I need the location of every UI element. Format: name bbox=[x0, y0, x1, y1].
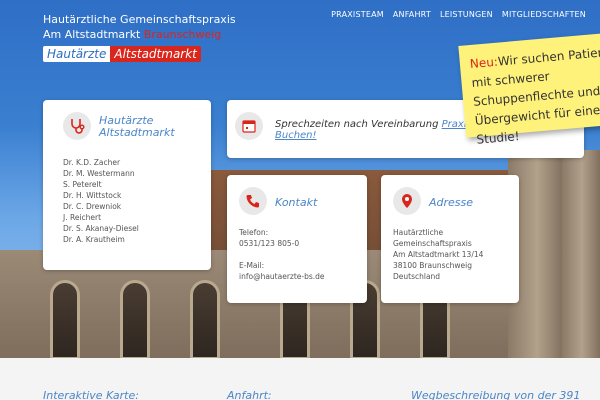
phone-number[interactable]: 0531/123 805-0 bbox=[239, 238, 325, 249]
site-title-street: Am Altstadtmarkt bbox=[43, 28, 141, 41]
doctor-item: Dr. A. Krautheim bbox=[63, 235, 125, 244]
church-window bbox=[120, 280, 150, 358]
contact-details: Telefon: 0531/123 805-0 E-Mail: info@hau… bbox=[239, 227, 325, 282]
interactive-map-heading: Interaktive Karte: bbox=[43, 389, 139, 400]
main-nav: PRAXISTEAM ANFAHRT LEISTUNGEN MITGLIEDSC… bbox=[331, 10, 586, 19]
doctor-item: J. Reichert bbox=[63, 213, 102, 222]
hours-text: Sprechzeiten nach Vereinbarung bbox=[275, 119, 439, 130]
doctors-card: Hautärzte Altstadtmarkt Dr. K.D. Zacher … bbox=[43, 100, 211, 270]
address-line: 38100 Braunschweig bbox=[393, 261, 472, 270]
site-title-city: Braunschweig bbox=[143, 28, 222, 41]
address-card: Adresse Hautärztliche Gemeinschaftspraxi… bbox=[381, 175, 519, 303]
study-notice[interactable]: Neu:Wir suchen Patienten mit schwerer Sc… bbox=[458, 30, 600, 147]
site-title-line1: Hautärztliche Gemeinschaftspraxis bbox=[43, 13, 236, 26]
bottom-section: Interaktive Karte: Anfahrt: Wegbeschreib… bbox=[0, 358, 600, 400]
doctors-list: Dr. K.D. Zacher Dr. M. Westermann S. Pet… bbox=[63, 157, 139, 245]
doctor-item: Dr. M. Westermann bbox=[63, 169, 135, 178]
church-window bbox=[50, 280, 80, 358]
map-pin-icon bbox=[393, 187, 421, 215]
doctor-item: Dr. C. Drewniok bbox=[63, 202, 122, 211]
address-lines: Hautärztliche Gemeinschaftspraxis Am Alt… bbox=[393, 227, 483, 282]
route-description-heading: Wegbeschreibung von der 391 bbox=[411, 389, 581, 400]
site-title[interactable]: Hautärztliche Gemeinschaftspraxis Am Alt… bbox=[43, 12, 236, 42]
phone-icon bbox=[239, 187, 267, 215]
notice-prefix: Neu: bbox=[469, 54, 499, 72]
church-window bbox=[190, 280, 220, 358]
doctors-card-title: Hautärzte Altstadtmarkt bbox=[99, 115, 175, 139]
site-title-line2: Am Altstadtmarkt Braunschweig bbox=[43, 27, 236, 42]
nav-item-leistungen[interactable]: LEISTUNGEN bbox=[440, 10, 493, 19]
doctor-item: Dr. K.D. Zacher bbox=[63, 158, 121, 167]
book-online-link-line2: Buchen! bbox=[275, 130, 317, 141]
address-line: Am Altstadtmarkt 13/14 bbox=[393, 250, 484, 259]
email-address[interactable]: info@hautaerzte-bs.de bbox=[239, 271, 325, 282]
address-line: Gemeinschaftspraxis bbox=[393, 239, 472, 248]
phone-label: Telefon: bbox=[239, 228, 269, 237]
directions-heading: Anfahrt: bbox=[227, 389, 272, 400]
nav-item-mitgliedschaften[interactable]: MITGLIEDSCHAFTEN bbox=[502, 10, 586, 19]
logo-part1: Hautärzte bbox=[43, 46, 111, 62]
contact-card: Kontakt Telefon: 0531/123 805-0 E-Mail: … bbox=[227, 175, 367, 303]
church-tower bbox=[562, 150, 600, 358]
address-card-title: Adresse bbox=[429, 196, 474, 209]
address-line: Hautärztliche bbox=[393, 228, 444, 237]
doctor-item: S. Peterelt bbox=[63, 180, 102, 189]
stethoscope-icon bbox=[63, 112, 91, 140]
doctor-item: Dr. H. Wittstock bbox=[63, 191, 122, 200]
doctors-title-line2: Altstadtmarkt bbox=[99, 126, 175, 139]
address-line: Deutschland bbox=[393, 272, 441, 281]
contact-card-title: Kontakt bbox=[275, 196, 318, 209]
nav-item-anfahrt[interactable]: ANFAHRT bbox=[393, 10, 431, 19]
calendar-icon bbox=[235, 112, 263, 140]
logo-part2: Altstadtmarkt bbox=[110, 46, 201, 62]
nav-item-praxisteam[interactable]: PRAXISTEAM bbox=[331, 10, 384, 19]
site-logo[interactable]: Hautärzte Altstadtmarkt bbox=[43, 46, 201, 62]
email-label: E-Mail: bbox=[239, 261, 265, 270]
doctor-item: Dr. S. Akanay-Diesel bbox=[63, 224, 139, 233]
